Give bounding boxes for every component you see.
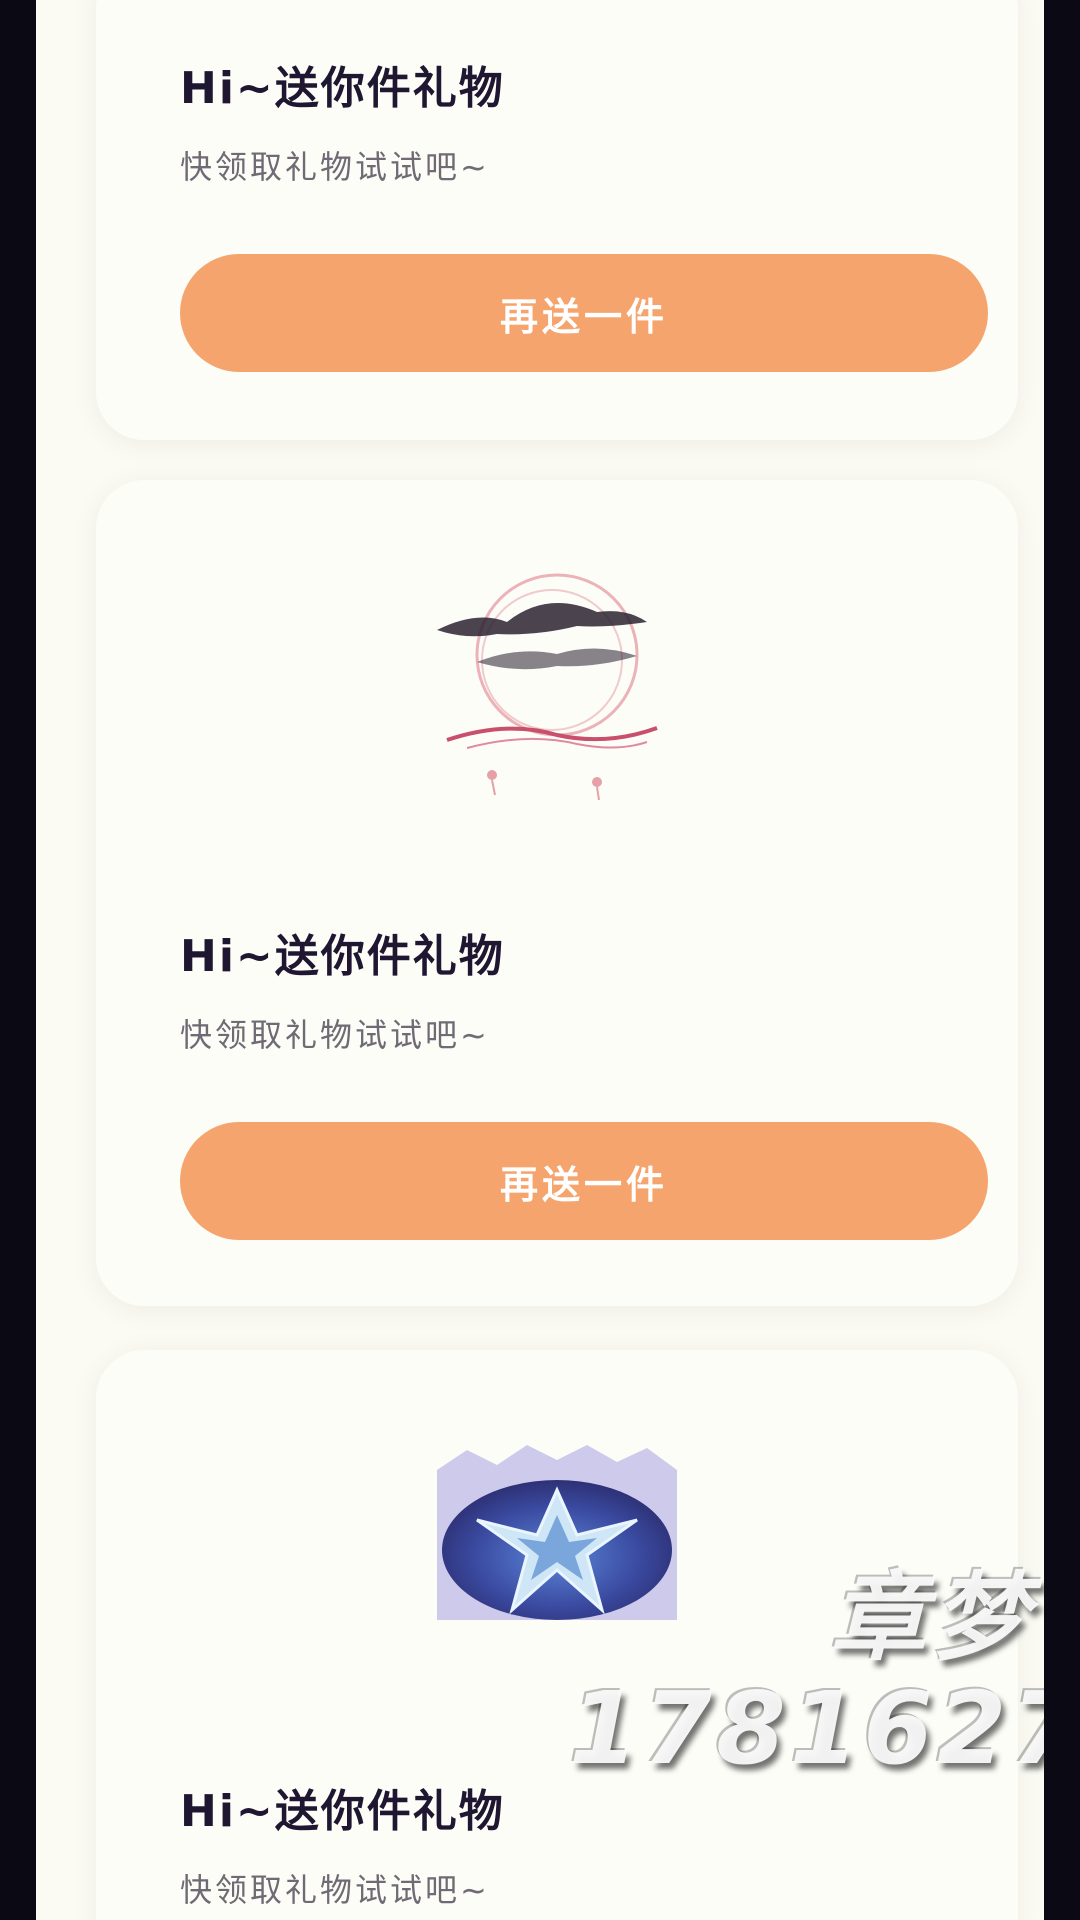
send-again-button[interactable]: 再送一件 bbox=[180, 1122, 988, 1240]
gift-card-body: Hi~送你件礼物 快领取礼物试试吧~ bbox=[180, 1350, 1018, 1920]
gift-card-title: Hi~送你件礼物 bbox=[180, 63, 505, 114]
send-again-button[interactable]: 再送一件 bbox=[180, 254, 988, 372]
gift-card: Hi~送你件礼物 快领取礼物试试吧~ 再送一件 bbox=[96, 0, 1018, 440]
gift-card-body: Hi~送你件礼物 快领取礼物试试吧~ 再送一件 bbox=[180, 480, 1018, 1306]
gift-card-title: Hi~送你件礼物 bbox=[180, 931, 505, 982]
gift-card-subtitle: 快领取礼物试试吧~ bbox=[180, 148, 490, 186]
gift-card: Hi~送你件礼物 快领取礼物试试吧~ bbox=[96, 1350, 1018, 1920]
gift-card-subtitle: 快领取礼物试试吧~ bbox=[180, 1016, 490, 1054]
gift-card-title: Hi~送你件礼物 bbox=[180, 1786, 505, 1837]
gift-feed: Hi~送你件礼物 快领取礼物试试吧~ 再送一件 Hi~送你件礼物 快领取礼物试试… bbox=[36, 0, 1044, 1920]
gift-card-subtitle: 快领取礼物试试吧~ bbox=[180, 1871, 490, 1909]
gift-card-body: Hi~送你件礼物 快领取礼物试试吧~ 再送一件 bbox=[180, 0, 1018, 440]
gift-card: Hi~送你件礼物 快领取礼物试试吧~ 再送一件 bbox=[96, 480, 1018, 1306]
